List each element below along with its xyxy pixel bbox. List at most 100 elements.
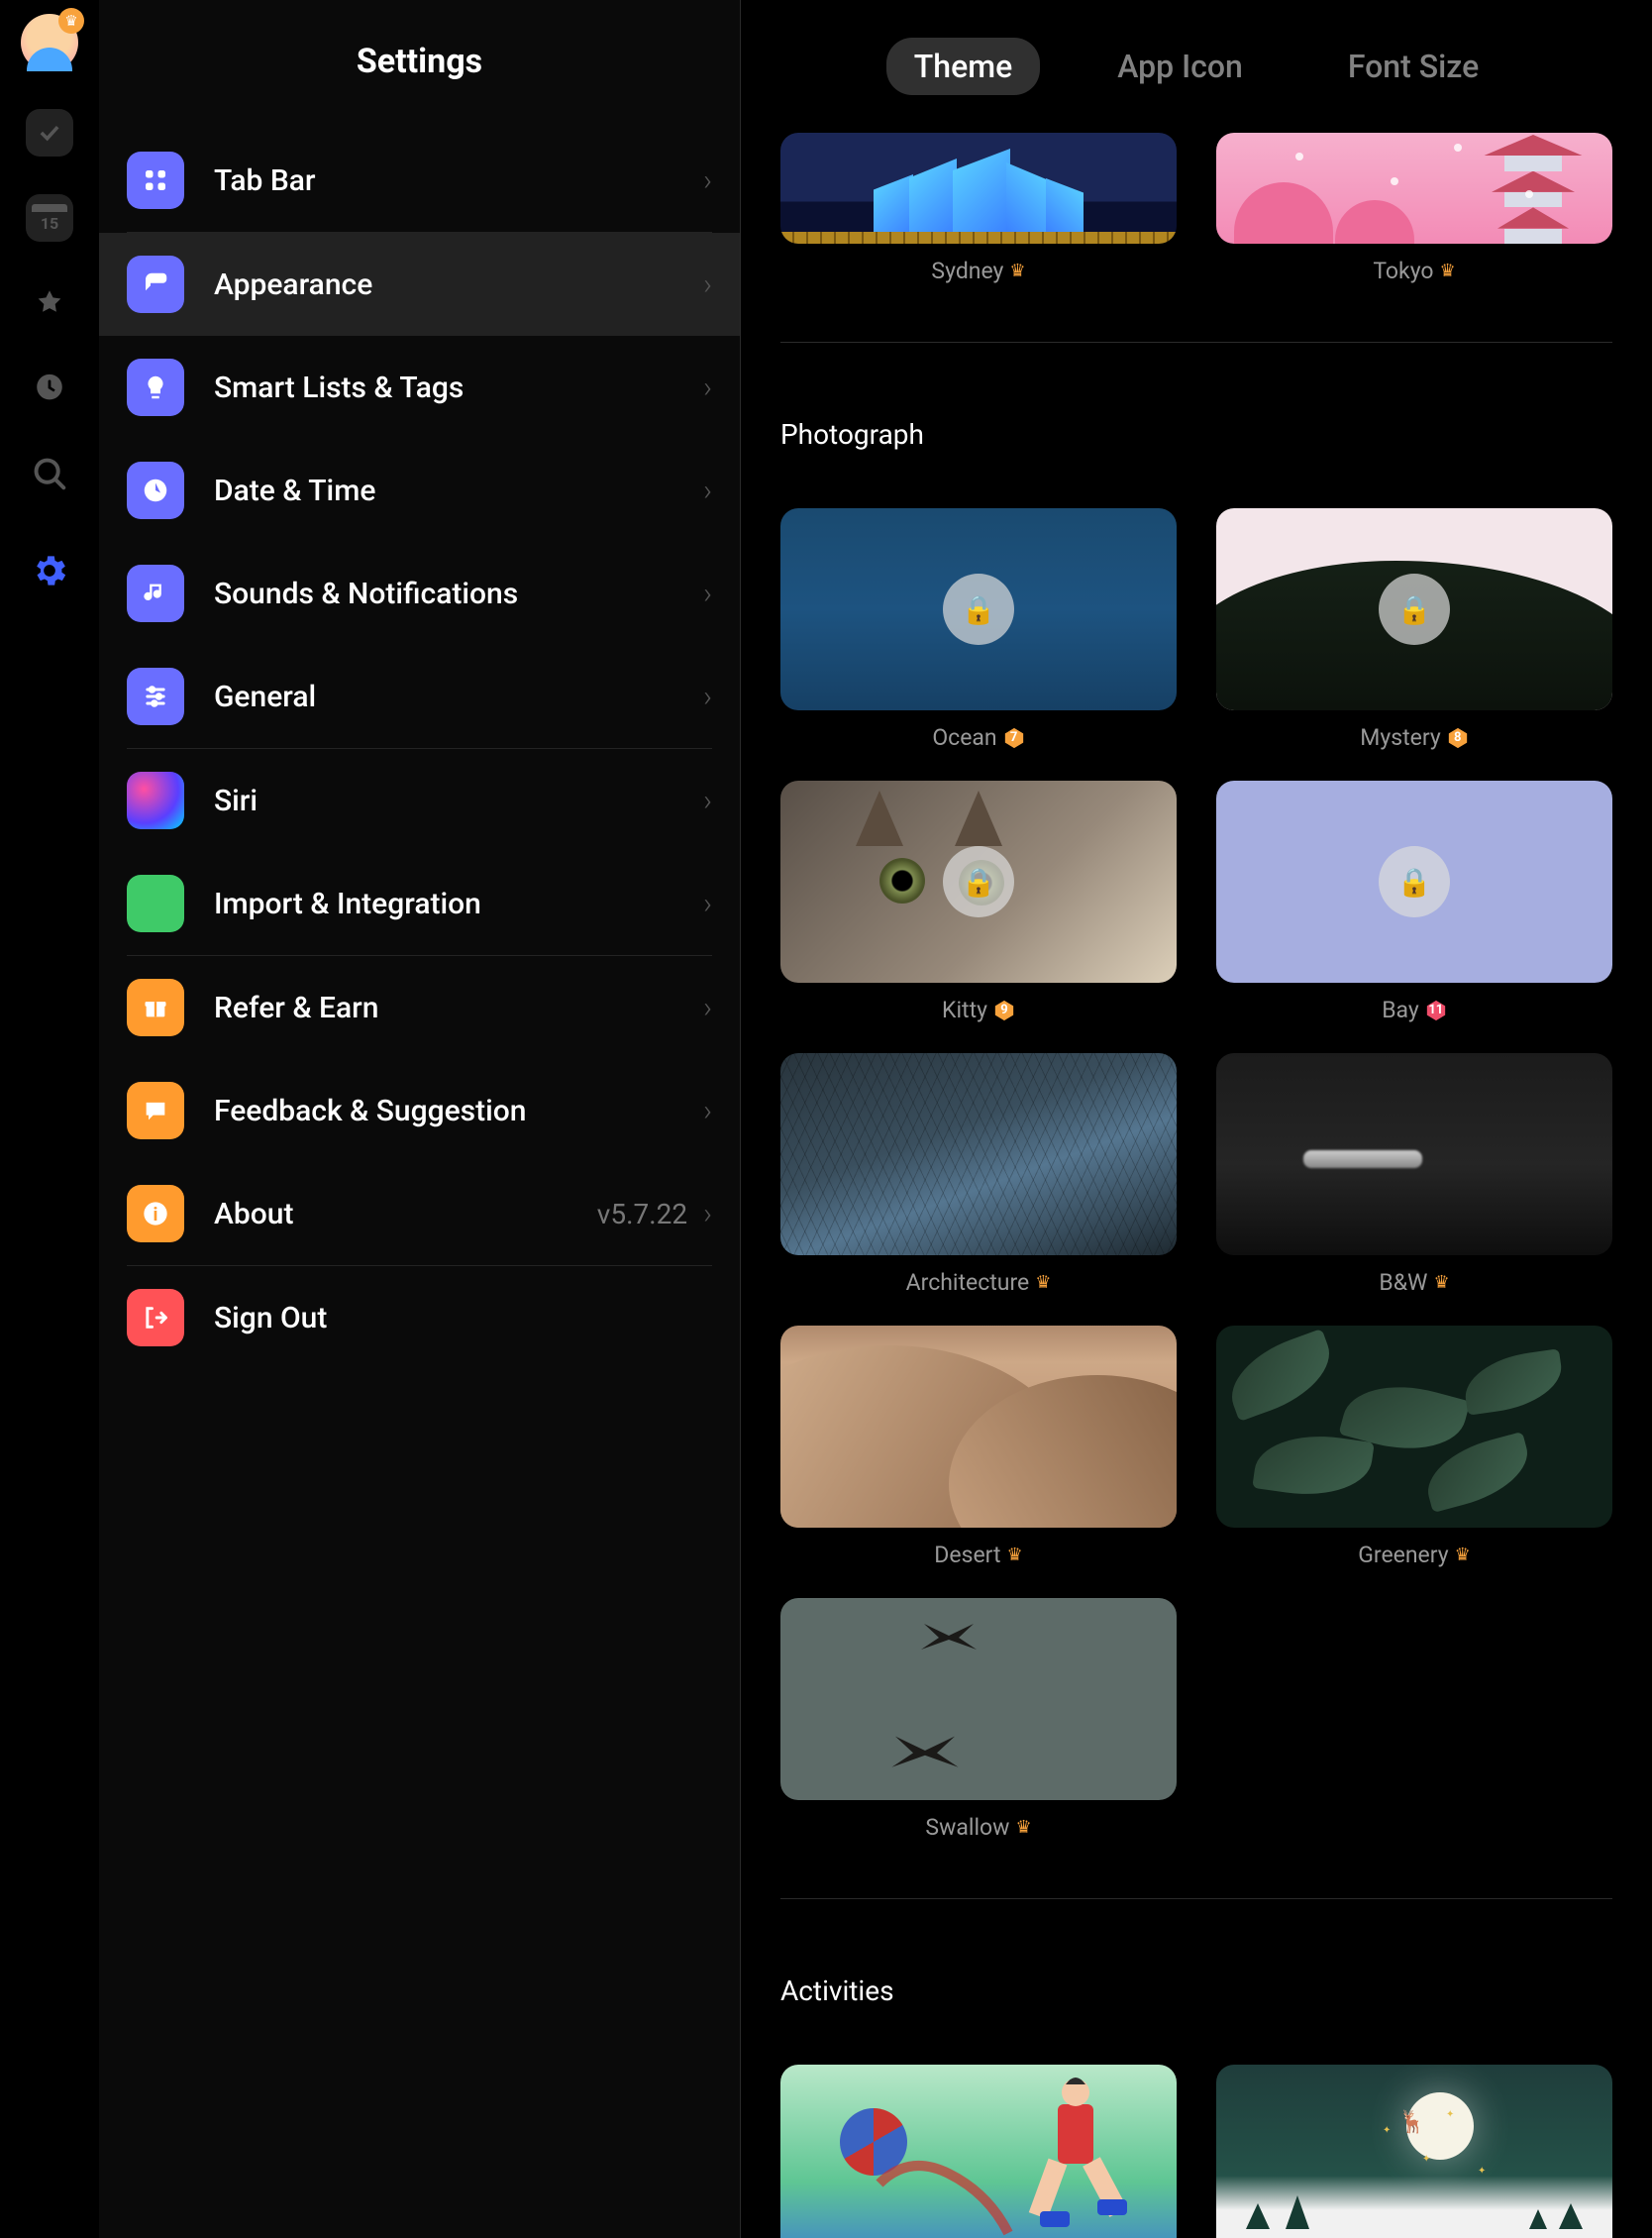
level-badge: 8 [1447,727,1469,749]
chevron-right-icon: › [703,577,712,611]
tab-font-size[interactable]: Font Size [1320,38,1506,95]
chevron-right-icon: › [703,991,712,1025]
sidebar-item-label: Tab Bar [214,163,703,198]
theme-sydney[interactable]: Sydney ♛ [780,133,1177,284]
sidebar-item-label: Smart Lists & Tags [214,371,703,405]
siri-icon [127,772,184,829]
sidebar-item-sign-out[interactable]: Sign Out [127,1266,712,1369]
avatar-crown-badge: ♛ [58,8,84,34]
sleigh-icon: 🦌 [1398,2110,1448,2130]
crown-icon: ♛ [1035,1272,1051,1293]
sidebar-item-label: Appearance [214,267,703,302]
sidebar-item-label: About [214,1197,597,1231]
sidebar-item-date-time[interactable]: Date & Time › [127,439,712,542]
download-icon [127,875,184,932]
lock-icon: 🔒 [943,846,1014,917]
section-activities: Activities [780,1974,1612,2007]
sidebar-item-sounds[interactable]: Sounds & Notifications › [127,542,712,645]
theme-label: Mystery [1360,724,1440,751]
theme-kitty[interactable]: 🔒 Kitty 9 [780,781,1177,1023]
chevron-right-icon: › [703,267,712,302]
nav-rail: ♛ 15 [0,0,99,2238]
sidebar-item-label: Feedback & Suggestion [214,1094,703,1128]
sidebar-item-appearance[interactable]: Appearance › [99,233,740,336]
theme-label: Bay [1382,997,1419,1023]
tasks-icon[interactable] [26,109,73,157]
theme-bw[interactable]: B&W ♛ [1216,1053,1612,1296]
chevron-right-icon: › [703,371,712,405]
settings-sidebar: Settings Tab Bar › Appearance › Smart Li… [99,0,741,2238]
theme-worldcup[interactable]: WorldCup [780,2065,1177,2238]
chevron-right-icon: › [703,680,712,714]
theme-label: Sydney [931,258,1003,284]
search-icon[interactable] [26,450,73,497]
sidebar-item-label: Sign Out [214,1301,712,1335]
theme-greenery[interactable]: Greenery ♛ [1216,1326,1612,1568]
theme-label: Swallow [925,1814,1009,1841]
theme-architecture[interactable]: Architecture♛ [780,1053,1177,1296]
theme-swallow[interactable]: Swallow ♛ [780,1598,1177,1841]
theme-desert[interactable]: Desert♛ [780,1326,1177,1568]
sidebar-title: Settings [99,0,740,129]
section-photograph: Photograph [780,418,1612,451]
sidebar-item-tab-bar[interactable]: Tab Bar › [127,129,712,232]
theme-mystery[interactable]: 🔒 Mystery 8 [1216,508,1612,751]
tab-theme[interactable]: Theme [886,38,1040,95]
version-text: v5.7.22 [597,1198,687,1230]
theme-label: Greenery [1358,1542,1448,1568]
theme-label: Architecture [906,1269,1030,1296]
theme-label: Ocean [932,724,996,751]
sidebar-item-general[interactable]: General › [127,645,712,748]
tab-app-icon[interactable]: App Icon [1089,38,1271,95]
music-icon [127,565,184,622]
sidebar-item-feedback[interactable]: Feedback & Suggestion › [127,1059,712,1162]
bulb-icon [127,359,184,416]
level-badge: 7 [1003,727,1025,749]
sidebar-item-siri[interactable]: Siri › [127,749,712,852]
sidebar-item-refer[interactable]: Refer & Earn › [127,956,712,1059]
theme-tokyo[interactable]: Tokyo ♛ [1216,133,1612,284]
sidebar-item-label: Refer & Earn [214,991,703,1025]
sidebar-item-smart-lists[interactable]: Smart Lists & Tags › [127,336,712,439]
chat-icon [127,1082,184,1139]
grid-icon [127,152,184,209]
lock-icon: 🔒 [1379,846,1450,917]
chevron-right-icon: › [703,163,712,198]
crown-icon: ♛ [1007,1545,1023,1565]
chevron-right-icon: › [703,1094,712,1128]
crown-icon: ♛ [1440,261,1456,281]
theme-label: B&W [1379,1269,1427,1296]
sidebar-item-about[interactable]: i About v5.7.22 › [127,1162,712,1265]
events-icon[interactable] [26,279,73,327]
brush-icon [127,256,184,313]
sidebar-item-import[interactable]: Import & Integration › [127,852,712,955]
sidebar-item-label: Import & Integration [214,887,703,921]
sidebar-item-label: Sounds & Notifications [214,577,703,611]
sidebar-item-label: General [214,680,703,714]
avatar[interactable]: ♛ [21,14,78,71]
lock-icon: 🔒 [1379,574,1450,645]
crown-icon: ♛ [1009,261,1025,281]
theme-label: Kitty [942,997,987,1023]
sliders-icon [127,668,184,725]
chevron-right-icon: › [703,784,712,818]
gift-icon [127,979,184,1036]
crown-icon: ♛ [1455,1545,1471,1565]
chevron-right-icon: › [703,474,712,508]
clock-icon [127,462,184,519]
chevron-right-icon: › [703,1197,712,1231]
theme-ocean[interactable]: 🔒 Ocean 7 [780,508,1177,751]
level-badge: 9 [993,1000,1015,1021]
calendar-icon[interactable]: 15 [26,194,73,242]
pomo-icon[interactable] [26,365,73,412]
crown-icon: ♛ [1433,1272,1449,1293]
sidebar-item-label: Siri [214,784,703,818]
chevron-right-icon: › [703,887,712,921]
crown-icon: ♛ [1015,1817,1031,1838]
theme-xmas[interactable]: 🦌 ✦✦✦✦ Xmas [1216,2065,1612,2238]
theme-label: Tokyo [1373,258,1433,284]
appearance-tabs: Theme App Icon Font Size [780,0,1612,133]
settings-icon[interactable] [26,547,73,594]
lock-icon: 🔒 [943,574,1014,645]
theme-bay[interactable]: 🔒 Bay 11 [1216,781,1612,1023]
